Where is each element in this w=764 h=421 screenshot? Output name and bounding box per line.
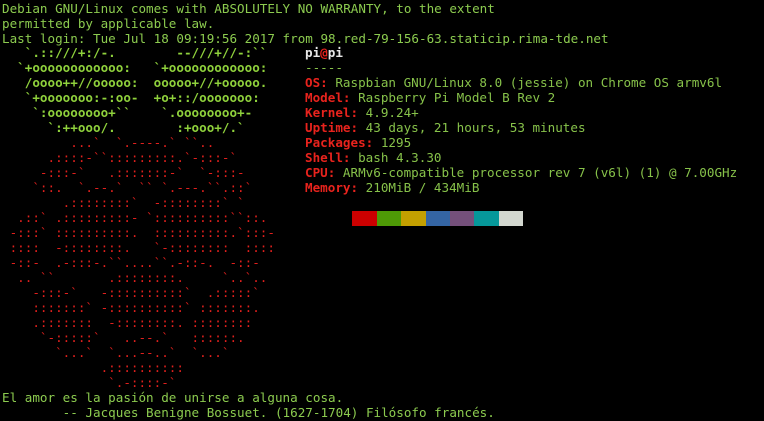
info-value: Raspberry Pi Model B Rev 2 [358, 90, 556, 105]
raspberry-berry: ...` `.----.` ``.. .::::-``:::::::::.`-:… [2, 135, 275, 390]
info-separator: ----- [305, 60, 343, 75]
info-value: Raspbian GNU/Linux 8.0 (jessie) on Chrom… [335, 75, 723, 90]
info-row-shell: Shell: bash 4.3.30 [305, 150, 442, 165]
motd-law-line: permitted by applicable law. [2, 16, 215, 31]
logo-line: .::` .:::::::::- `::::::::::``::. [2, 210, 268, 225]
logo-line: `-:::::` ..--.` ::::::. [2, 330, 245, 345]
info-label: CPU [305, 165, 328, 180]
info-label: Uptime [305, 120, 351, 135]
logo-line: `...` `...--..` `...` [2, 345, 230, 360]
logo-line: -::- .-:::-.``....``.-::-. -::- [2, 255, 260, 270]
logo-line: ...` `.----.` ``.. [2, 135, 215, 150]
motd-warranty-line: Debian GNU/Linux comes with ABSOLUTELY N… [2, 1, 495, 16]
info-label: Shell [305, 150, 343, 165]
color-swatch [425, 211, 450, 226]
logo-line: `:++ooo/. :+ooo+/.` [2, 120, 245, 135]
info-row-kernel: Kernel: 4.9.24+ [305, 105, 419, 120]
logo-line: `+oooooooooooo: `+oooooooooooo: [2, 60, 268, 75]
color-swatch [474, 211, 499, 226]
logo-line: /oooo++//ooooo: ooooo+//+ooooo. [2, 75, 268, 90]
info-value: ARMv6-compatible processor rev 7 (v6l) (… [342, 165, 738, 180]
fortune-quote: El amor es la pasión de unirse a alguna … [2, 390, 344, 405]
logo-line: -:::-` .:::::::-` `-:::- [2, 165, 245, 180]
system-info-panel: pi@pi ----- OS: Raspbian GNU/Linux 8.0 (… [305, 45, 737, 195]
info-row-os: OS: Raspbian GNU/Linux 8.0 (jessie) on C… [305, 75, 723, 90]
info-row-uptime: Uptime: 43 days, 21 hours, 53 minutes [305, 120, 586, 135]
color-swatch [449, 211, 475, 226]
color-palette [328, 211, 524, 226]
info-row-memory: Memory: 210MiB / 434MiB [305, 180, 480, 195]
color-swatch [401, 211, 426, 226]
info-value: 210MiB / 434MiB [365, 180, 480, 195]
info-label: Kernel [305, 105, 351, 120]
info-value: bash 4.3.30 [358, 150, 442, 165]
last-login-line: Last login: Tue Jul 18 09:19:56 2017 fro… [2, 31, 609, 46]
raspberry-logo: `.::///+:/-. --///+//-:`` `+oooooooooooo… [2, 45, 275, 390]
logo-line: -:::-` -::::::::::` .:::::` [2, 285, 260, 300]
logo-line: `+ooooooo:-:oo- +o+::/ooooooo: [2, 90, 260, 105]
color-swatch [352, 211, 377, 226]
logo-line: .::::-``:::::::::.`-:::-` [2, 150, 238, 165]
info-label: OS [305, 75, 321, 90]
color-swatch [498, 211, 524, 226]
info-row-cpu: CPU: ARMv6-compatible processor rev 7 (v… [305, 165, 738, 180]
logo-line: .::::::::` -::::::::` ` [2, 195, 245, 210]
info-label: Packages [305, 135, 366, 150]
info-label: Model [305, 90, 343, 105]
hostname: pi [327, 45, 343, 60]
username: pi [305, 45, 321, 60]
logo-line: `.-::::-` [2, 375, 177, 390]
user-host-line: pi@pi [305, 45, 737, 60]
logo-line: .. `` .::::::::. `..`.. [2, 270, 268, 285]
logo-line: :::::::` -::::::::::` :::::::. [2, 300, 260, 315]
color-swatch [376, 211, 402, 226]
at-sign: @ [320, 45, 328, 60]
info-row-packages: Packages: 1295 [305, 135, 412, 150]
color-swatch [328, 211, 353, 226]
logo-line: .::::::: -::::::::. :::::::: [2, 315, 253, 330]
info-value: 1295 [380, 135, 412, 150]
info-label: Memory [305, 180, 351, 195]
info-value: 43 days, 21 hours, 53 minutes [365, 120, 586, 135]
logo-line: `.::///+:/-. --///+//-:`` [2, 45, 268, 60]
info-value: 4.9.24+ [365, 105, 419, 120]
info-row-model: Model: Raspberry Pi Model B Rev 2 [305, 90, 556, 105]
raspberry-leaves: `.::///+:/-. --///+//-:`` `+oooooooooooo… [2, 45, 275, 135]
logo-line: :::: -::::::::. `-:::::::: :::: [2, 240, 275, 255]
fortune-author: -- Jacques Benigne Bossuet. (1627-1704) … [2, 405, 495, 420]
logo-line: `:oooooooo+`` `.oooooooo+- [2, 105, 253, 120]
logo-line: `::. `.--.` `` `.---.``.::` [2, 180, 253, 195]
terminal-window[interactable]: Debian GNU/Linux comes with ABSOLUTELY N… [0, 0, 764, 421]
logo-line: -:::` ::::::::::. ::::::::::.`:::- [2, 225, 275, 240]
logo-line: .:::::::::: [2, 360, 184, 375]
